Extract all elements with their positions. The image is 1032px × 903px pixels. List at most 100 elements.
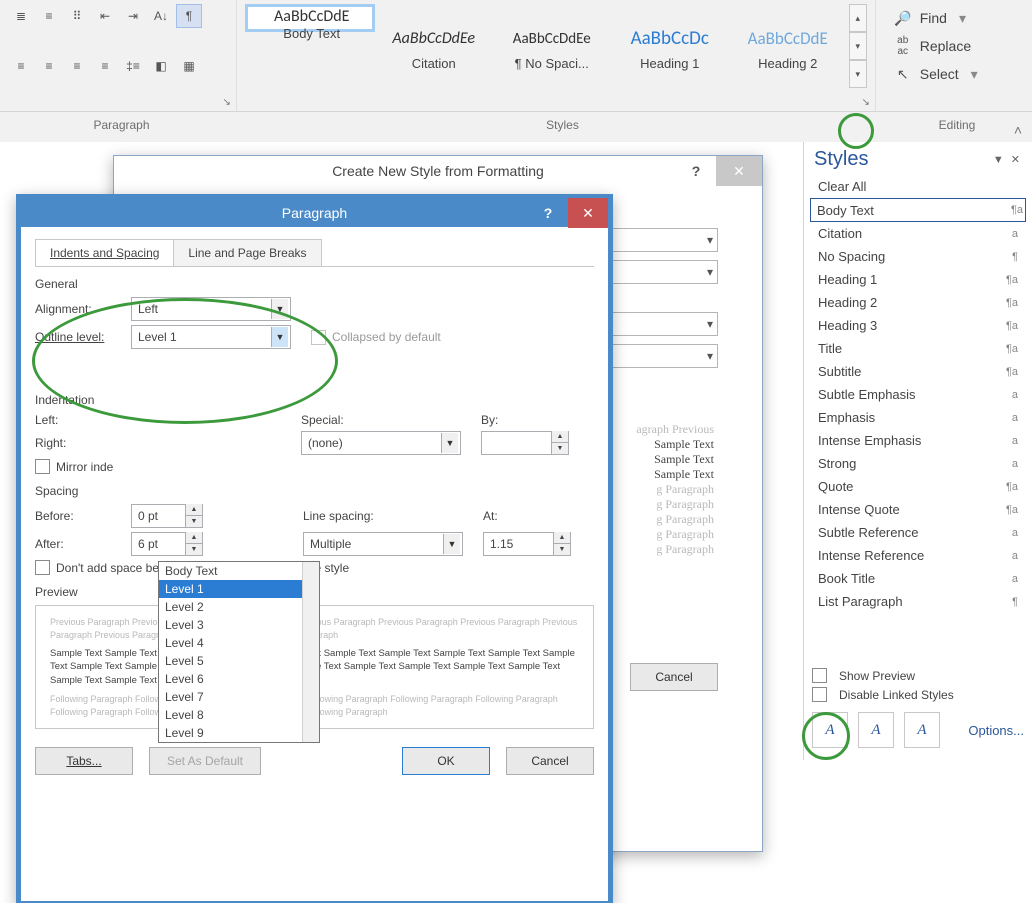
ok-button[interactable]: OK — [402, 747, 490, 775]
outline-dropdown[interactable]: Body TextLevel 1Level 2Level 3Level 4Lev… — [158, 561, 320, 743]
styles-pane-close-icon[interactable]: ✕ — [1011, 154, 1022, 166]
mirror-checkbox[interactable] — [35, 459, 50, 474]
outline-option-level-5[interactable]: Level 5 — [159, 652, 319, 670]
sort-icon[interactable]: A↓ — [148, 4, 174, 28]
select-button[interactable]: ↖Select ▾ — [884, 60, 1024, 88]
before-input[interactable]: 0 pt▲▼ — [131, 504, 203, 528]
align-left-icon[interactable]: ≡ — [8, 54, 34, 78]
at-input[interactable]: 1.15▲▼ — [483, 532, 571, 556]
collapsed-checkbox[interactable] — [311, 330, 326, 345]
style-citation[interactable]: AaBbCcDdEeCitation — [375, 4, 493, 88]
style-body-text[interactable]: AaBbCcDdEBody Text — [245, 4, 375, 32]
after-input[interactable]: 6 pt▲▼ — [131, 532, 203, 556]
create-style-help-icon[interactable]: ? — [676, 156, 716, 186]
at-label: At: — [483, 509, 498, 523]
line-spacing-icon[interactable]: ‡≡ — [120, 54, 146, 78]
show-preview-checkbox[interactable] — [812, 668, 827, 683]
outline-label: Outline level: — [35, 330, 131, 344]
show-marks-icon[interactable]: ¶ — [176, 4, 202, 28]
outline-option-level-9[interactable]: Level 9 — [159, 724, 319, 742]
style-item-subtle-reference[interactable]: Subtle Referencea — [810, 521, 1026, 544]
multilevel-icon[interactable]: ⠿ — [64, 4, 90, 28]
no-space-checkbox[interactable] — [35, 560, 50, 575]
outline-option-level-2[interactable]: Level 2 — [159, 598, 319, 616]
gallery-up-icon[interactable]: ▴ — [849, 4, 867, 32]
before-label: Before: — [35, 509, 131, 523]
borders-icon[interactable]: ▦ — [176, 54, 202, 78]
style-item-citation[interactable]: Citationa — [810, 222, 1026, 245]
style-item-heading-2[interactable]: Heading 2¶a — [810, 291, 1026, 314]
outline-option-level-6[interactable]: Level 6 — [159, 670, 319, 688]
manage-styles-button[interactable]: A — [904, 712, 940, 748]
decrease-indent-icon[interactable]: ⇤ — [92, 4, 118, 28]
styles-pane-dropdown-icon[interactable]: ▼ — [993, 154, 1006, 166]
paragraph-label: Paragraph — [0, 112, 243, 132]
style-item-intense-emphasis[interactable]: Intense Emphasisa — [810, 429, 1026, 452]
tab-indents-spacing[interactable]: Indents and Spacing — [35, 239, 174, 266]
outline-option-level-1[interactable]: Level 1 — [159, 580, 319, 598]
line-spacing-select[interactable]: Multiple▼ — [303, 532, 463, 556]
numbering-icon[interactable]: ≡ — [36, 4, 62, 28]
create-style-close-icon[interactable]: ✕ — [716, 156, 762, 186]
mirror-label: Mirror inde — [56, 460, 113, 474]
new-style-button[interactable]: A — [812, 712, 848, 748]
style-item-no-spacing[interactable]: No Spacing¶ — [810, 245, 1026, 268]
align-right-icon[interactable]: ≡ — [64, 54, 90, 78]
paragraph-help-icon[interactable]: ? — [528, 198, 568, 228]
increase-indent-icon[interactable]: ⇥ — [120, 4, 146, 28]
paragraph-launcher-icon[interactable]: ↘ — [220, 95, 234, 109]
style-item-title[interactable]: Title¶a — [810, 337, 1026, 360]
shading-icon[interactable]: ◧ — [148, 54, 174, 78]
create-style-cancel-button[interactable]: Cancel — [630, 663, 718, 691]
style-item-clear-all[interactable]: Clear All — [810, 175, 1026, 198]
style-item-quote[interactable]: Quote¶a — [810, 475, 1026, 498]
ribbon: ≣ ≡ ⠿ ⇤ ⇥ A↓ ¶ ≡ ≡ ≡ ≡ ‡≡ ◧ ▦ ↘ AaBbCcDd… — [0, 0, 1032, 142]
collapse-ribbon-icon[interactable]: ˄ — [1014, 122, 1022, 138]
style-heading-2[interactable]: AaBbCcDdEHeading 2 — [729, 4, 847, 88]
disable-linked-checkbox[interactable] — [812, 687, 827, 702]
special-select[interactable]: (none)▼ — [301, 431, 461, 455]
align-center-icon[interactable]: ≡ — [36, 54, 62, 78]
style--no-spaci-[interactable]: AaBbCcDdEe¶ No Spaci... — [493, 4, 611, 88]
alignment-label: Alignment: — [35, 302, 131, 316]
style-item-book-title[interactable]: Book Titlea — [810, 567, 1026, 590]
cancel-button[interactable]: Cancel — [506, 747, 594, 775]
gallery-down-icon[interactable]: ▾ — [849, 32, 867, 60]
style-item-intense-quote[interactable]: Intense Quote¶a — [810, 498, 1026, 521]
by-input[interactable]: ▲▼ — [481, 431, 569, 455]
collapsed-label: Collapsed by default — [332, 330, 441, 344]
style-heading-1[interactable]: AaBbCcDcHeading 1 — [611, 4, 729, 88]
style-item-strong[interactable]: Stronga — [810, 452, 1026, 475]
outline-option-level-4[interactable]: Level 4 — [159, 634, 319, 652]
style-item-body-text[interactable]: Body Text¶a — [810, 198, 1026, 222]
bullets-icon[interactable]: ≣ — [8, 4, 34, 28]
paragraph-close-icon[interactable]: ✕ — [568, 198, 608, 228]
outline-option-body-text[interactable]: Body Text — [159, 562, 319, 580]
styles-launcher-icon[interactable]: ↘ — [859, 95, 873, 109]
indentation-heading: Indentation — [35, 393, 594, 407]
style-item-subtitle[interactable]: Subtitle¶a — [810, 360, 1026, 383]
style-item-heading-3[interactable]: Heading 3¶a — [810, 314, 1026, 337]
tab-line-page-breaks[interactable]: Line and Page Breaks — [173, 239, 321, 266]
alignment-select[interactable]: Left▼ — [131, 297, 291, 321]
outline-option-level-7[interactable]: Level 7 — [159, 688, 319, 706]
set-default-button[interactable]: Set As Default — [149, 747, 261, 775]
outline-option-level-8[interactable]: Level 8 — [159, 706, 319, 724]
style-inspector-button[interactable]: A — [858, 712, 894, 748]
dropdown-scrollbar[interactable] — [302, 562, 319, 742]
style-item-emphasis[interactable]: Emphasisa — [810, 406, 1026, 429]
style-item-intense-reference[interactable]: Intense Referencea — [810, 544, 1026, 567]
tabs-button[interactable]: Tabs... — [35, 747, 133, 775]
replace-button[interactable]: abacReplace — [884, 32, 1024, 60]
outline-option-level-3[interactable]: Level 3 — [159, 616, 319, 634]
styles-options-link[interactable]: Options... — [968, 723, 1024, 738]
find-button[interactable]: 🔎Find ▾ — [884, 4, 1024, 32]
style-item-subtle-emphasis[interactable]: Subtle Emphasisa — [810, 383, 1026, 406]
style-item-list-paragraph[interactable]: List Paragraph¶ — [810, 590, 1026, 613]
outline-select[interactable]: Level 1▼ — [131, 325, 291, 349]
special-label: Special: — [301, 413, 481, 427]
justify-icon[interactable]: ≡ — [92, 54, 118, 78]
gallery-more-icon[interactable]: ▾ — [849, 60, 867, 88]
style-item-heading-1[interactable]: Heading 1¶a — [810, 268, 1026, 291]
by-label: By: — [481, 413, 498, 427]
